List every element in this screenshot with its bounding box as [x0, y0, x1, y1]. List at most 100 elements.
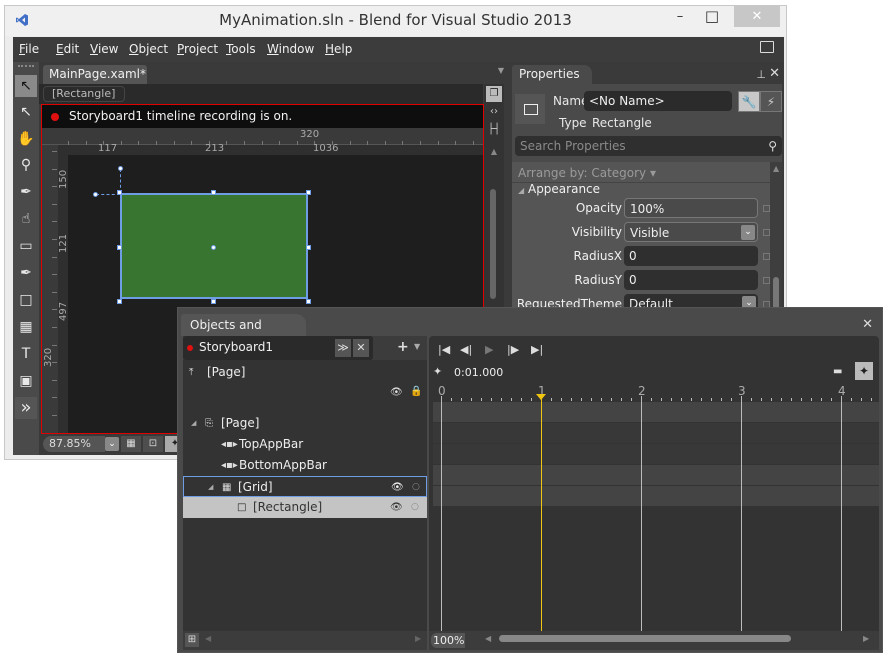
assets-tool-icon[interactable]: » — [15, 397, 37, 419]
tree-item[interactable]: ◂▪▸ TopAppBar — [183, 434, 427, 455]
search-properties-input[interactable]: Search Properties ⚲ — [515, 136, 782, 156]
pen-tool-icon[interactable]: ✒ — [15, 262, 37, 284]
center-point-handle[interactable] — [211, 245, 216, 250]
scroll-left-icon[interactable]: ◀ — [485, 634, 491, 643]
resize-handle-b[interactable] — [211, 299, 216, 304]
close-storyboard-icon[interactable]: ✕ — [353, 339, 369, 357]
scroll-right-icon[interactable]: ▶ — [415, 634, 421, 643]
expander-icon[interactable]: ◢ — [191, 413, 196, 434]
snapping-icon[interactable]: ✦ — [855, 362, 873, 380]
timeline-ruler[interactable]: 01234 — [429, 384, 879, 402]
zoom-level-input[interactable]: 87.85% — [43, 436, 105, 452]
document-dropdown-icon[interactable]: ▼ — [498, 66, 504, 75]
menu-project[interactable]: Project — [177, 42, 218, 56]
resize-handle-tr[interactable] — [306, 190, 311, 195]
advanced-options-marker[interactable] — [763, 277, 770, 284]
control-tool-icon[interactable]: ▣ — [15, 370, 37, 392]
horizontal-scrollbar-thumb[interactable] — [499, 635, 791, 642]
lock-toggle-icon[interactable]: ○ — [411, 497, 419, 518]
previous-frame-icon[interactable]: ◀| — [460, 343, 472, 356]
rectangle-tool-icon[interactable]: □ — [15, 289, 37, 311]
radiusx-input[interactable]: 0 — [624, 246, 758, 266]
radiusy-input[interactable]: 0 — [624, 270, 758, 290]
tree-item[interactable]: ◢ ⎘ [Page] — [183, 413, 427, 434]
play-icon[interactable]: ▶ — [485, 343, 493, 356]
resize-handle-tl[interactable] — [117, 190, 122, 195]
advanced-options-marker[interactable] — [763, 253, 770, 260]
grid-tool-icon[interactable]: ▦ — [15, 316, 37, 338]
properties-tab[interactable]: Properties — [512, 65, 592, 84]
go-to-first-frame-icon[interactable]: |◀ — [438, 343, 450, 356]
menu-help[interactable]: Help — [325, 42, 352, 56]
split-view-icon[interactable]: ├┤ — [486, 122, 502, 138]
new-storyboard-dropdown-icon[interactable]: ▼ — [414, 342, 420, 351]
minimize-button[interactable]: – — [665, 6, 695, 27]
tree-item[interactable]: □ [Rectangle] 👁 ○ — [183, 497, 427, 518]
advanced-options-marker[interactable] — [763, 205, 770, 212]
tree-item[interactable]: ◢ ▦ [Grid] 👁 ○ — [183, 476, 427, 497]
playhead-marker[interactable] — [536, 394, 546, 400]
menu-view[interactable]: View — [90, 42, 118, 56]
opacity-input[interactable]: 100% — [624, 198, 758, 218]
menu-edit[interactable]: Edit — [56, 42, 79, 56]
resize-handle-br[interactable] — [306, 299, 311, 304]
pan-tool-icon[interactable]: ✋ — [15, 128, 37, 150]
snap-to-grid-icon[interactable]: ⊡ — [143, 436, 163, 452]
record-keyframe-icon[interactable]: ✦ — [433, 365, 442, 378]
resize-handle-t[interactable] — [211, 190, 216, 195]
code-view-icon[interactable]: ‹› — [486, 104, 502, 120]
bring-to-front-icon[interactable]: ❐ — [486, 86, 502, 102]
scroll-left-icon[interactable]: ◀ — [205, 634, 211, 643]
close-button[interactable]: ✕ — [734, 6, 780, 27]
new-storyboard-icon[interactable]: + — [397, 339, 409, 355]
maximize-button[interactable]: □ — [697, 6, 727, 27]
arrange-by-dropdown[interactable]: Arrange by: Category ▾ — [518, 166, 656, 180]
events-lightning-icon[interactable]: ⚡ — [760, 91, 782, 112]
selection-tool-icon[interactable]: ↖ — [15, 75, 37, 97]
category-appearance[interactable]: ◢ Appearance — [518, 182, 600, 196]
left-margin-handle[interactable] — [93, 192, 98, 197]
lock-toggle-icon[interactable]: ○ — [412, 477, 420, 498]
expander-icon[interactable]: ◢ — [208, 477, 213, 498]
timeline-ruler-icon[interactable]: ▬ — [833, 366, 842, 377]
next-frame-icon[interactable]: |▶ — [507, 343, 519, 356]
pin-icon[interactable]: ⊥ — [756, 68, 766, 81]
resize-handle-bl[interactable] — [117, 299, 122, 304]
direct-selection-tool-icon[interactable]: ↖ — [15, 101, 37, 123]
objects-options-icon[interactable]: ⊞ — [185, 633, 199, 647]
scroll-up-icon[interactable]: ▲ — [486, 144, 502, 160]
toolbox-grip[interactable] — [18, 65, 34, 67]
breadcrumb[interactable]: [Rectangle] — [43, 86, 125, 102]
menu-file[interactable]: File — [19, 42, 39, 56]
close-panel-icon[interactable]: ✕ — [769, 66, 780, 81]
resize-handle-l[interactable] — [117, 245, 122, 250]
menu-window[interactable]: Window — [267, 42, 314, 56]
eyedropper-tool-icon[interactable]: ✒ — [15, 181, 37, 203]
scroll-right-icon[interactable]: ▶ — [863, 634, 869, 643]
close-panel-icon[interactable]: ✕ — [862, 317, 873, 332]
eraser-tool-icon[interactable]: ▭ — [15, 235, 37, 257]
zoom-dropdown-icon[interactable]: ⌄ — [105, 437, 119, 451]
visibility-eye-icon[interactable]: 👁 — [390, 497, 403, 518]
name-input[interactable]: <No Name> — [584, 91, 732, 111]
storyboard-picker[interactable]: Storyboard1 ≫ ✕ — [183, 336, 373, 360]
menu-tools[interactable]: Tools — [226, 42, 256, 56]
timeline-zoom-input[interactable]: 100% — [431, 633, 465, 648]
visibility-eye-icon[interactable]: 👁 — [391, 477, 404, 498]
vertical-scrollbar-thumb[interactable] — [490, 189, 496, 299]
zoom-tool-icon[interactable]: ⚲ — [15, 154, 37, 176]
scroll-up-icon[interactable]: ▲ — [773, 164, 779, 173]
document-tab[interactable]: MainPage.xaml* ✕ — [43, 65, 147, 100]
storyboard-options-icon[interactable]: ≫ — [335, 339, 351, 357]
tree-item[interactable]: ◂▪▸ BottomAppBar — [183, 455, 427, 476]
show-all-eye-icon[interactable]: 👁 — [390, 387, 403, 398]
menu-object[interactable]: Object — [129, 42, 168, 56]
lock-all-icon[interactable]: 🔒 — [410, 386, 422, 397]
properties-wrench-icon[interactable]: 🔧 — [738, 91, 760, 112]
top-margin-handle[interactable] — [118, 166, 123, 171]
go-to-last-frame-icon[interactable]: ▶| — [531, 343, 543, 356]
show-grid-icon[interactable]: ▦ — [121, 436, 141, 452]
advanced-options-marker[interactable] — [763, 229, 770, 236]
feedback-icon[interactable] — [760, 41, 774, 53]
scope-up-item[interactable]: ⤒ [Page] — [183, 362, 427, 383]
